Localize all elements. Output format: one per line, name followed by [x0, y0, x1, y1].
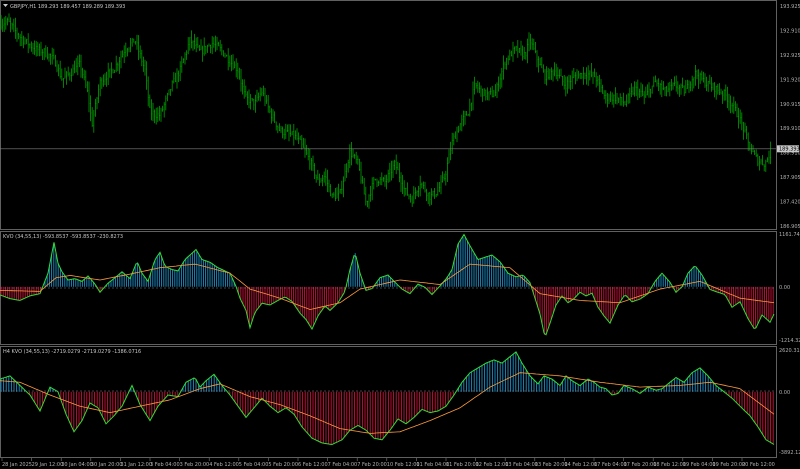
time-tick-label: 12 Feb 12:00	[476, 462, 509, 468]
price-tick-label: 189.910	[780, 126, 800, 132]
time-tick-label: 13 Feb 04:00	[505, 462, 538, 468]
time-tick-label: 19 Feb 20:00	[712, 462, 745, 468]
current-price-label: 189.393	[779, 147, 800, 153]
time-tick-label: 14 Feb 12:00	[564, 462, 597, 468]
time-tick-label: 5 Feb 04:00	[239, 462, 269, 468]
price-tick-label: 191.920	[780, 77, 800, 83]
time-tick-label: 7 Feb 04:00	[328, 462, 358, 468]
time-tick-label: 28 Jan 2025	[2, 462, 32, 468]
price-tick-label: 192.910	[780, 28, 800, 34]
time-tick-label: 13 Feb 20:00	[535, 462, 568, 468]
time-tick-label: 17 Feb 04:00	[594, 462, 627, 468]
time-tick-label: 29 Jan 12:00	[32, 462, 64, 468]
price-tick-label: 190.915	[780, 102, 800, 108]
price-tick-label: 187.420	[780, 200, 800, 206]
time-tick-label: 17 Feb 20:00	[624, 462, 657, 468]
time-tick-label: 18 Feb 12:00	[653, 462, 686, 468]
value-tick-label: 1161.7463	[779, 232, 800, 238]
time-tick-label: 11 Feb 04:00	[416, 462, 449, 468]
time-tick-label: 30 Jan 20:00	[91, 462, 123, 468]
price-tick-label: 187.905	[780, 175, 800, 181]
time-tick-label: 11 Feb 20:00	[446, 462, 479, 468]
time-tick-label: 3 Feb 20:00	[180, 462, 210, 468]
time-tick-label: 20 Feb 12:00	[742, 462, 775, 468]
kvo-header: KVO (34,55,13) -593.8537 -593.8537 -230.…	[3, 234, 123, 240]
price-tick-label: 186.905	[780, 224, 800, 230]
time-tick-label: 19 Feb 04:00	[683, 462, 716, 468]
time-tick-label: 7 Feb 20:00	[357, 462, 387, 468]
price-tick-label: 193.925	[780, 4, 800, 10]
main-header: GBPJPY,H1 189.293 189.457 189.289 189.39…	[10, 4, 125, 10]
time-tick-label: 30 Jan 04:00	[61, 462, 93, 468]
time-tick-label: 31 Jan 12:00	[120, 462, 152, 468]
time-tick-label: 4 Feb 12:00	[209, 462, 239, 468]
trading-chart[interactable]: GBPJPY,H1 189.293 189.457 189.289 189.39…	[0, 0, 800, 469]
value-tick-label: -3892.1280	[779, 450, 800, 456]
value-tick-label: 0.00	[779, 285, 790, 291]
time-tick-label: 10 Feb 12:00	[387, 462, 420, 468]
value-tick-label: -1214.3255	[779, 338, 800, 344]
price-tick-label: 192.925	[780, 53, 800, 59]
time-tick-label: 5 Feb 20:00	[268, 462, 298, 468]
time-tick-label: 3 Feb 04:00	[150, 462, 180, 468]
value-tick-label: 2620.3173	[779, 348, 800, 354]
h4-kvo-header: H4 KVO (34,55,13) -2719.0279 -2719.0279 …	[3, 349, 141, 355]
time-tick-label: 6 Feb 12:00	[298, 462, 328, 468]
value-tick-label: 0.00	[779, 390, 790, 396]
